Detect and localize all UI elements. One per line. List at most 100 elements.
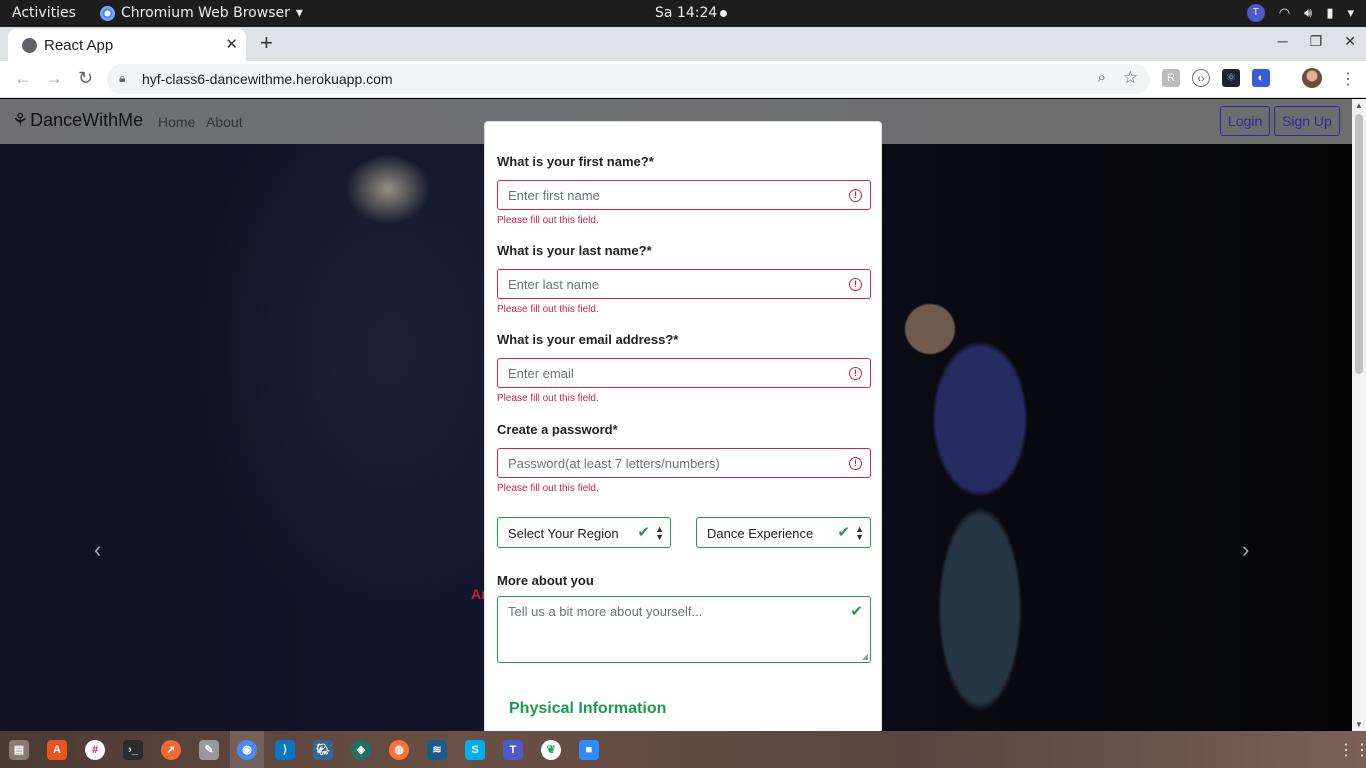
reload-icon[interactable]: ↻ bbox=[78, 68, 93, 89]
close-tab-icon[interactable]: ✕ bbox=[225, 35, 238, 53]
experience-select[interactable]: Dance Experience ✔ ▲ ▼ bbox=[696, 517, 871, 548]
first-name-error: Please fill out this field. bbox=[497, 215, 599, 226]
chevron-down-icon: ▾ bbox=[1347, 5, 1354, 20]
scroll-down-icon[interactable]: ▼ bbox=[1355, 720, 1363, 729]
extension-blue-icon[interactable]: ◐ bbox=[1252, 69, 1270, 87]
browser-tab[interactable]: React App ✕ bbox=[8, 29, 246, 61]
error-icon: ! bbox=[849, 457, 862, 470]
login-button[interactable]: Login bbox=[1220, 106, 1271, 136]
password-label: Create a password* bbox=[497, 422, 618, 437]
terminal-icon[interactable]: ›_ bbox=[123, 740, 143, 760]
email-field: What is your email address?* Enter email… bbox=[497, 332, 871, 404]
battery-icon: ▮ bbox=[1326, 5, 1334, 20]
mysql-workbench-icon[interactable]: ≋ bbox=[427, 740, 447, 760]
back-icon[interactable]: ← bbox=[14, 68, 32, 89]
vscode-icon[interactable]: ⟩ bbox=[275, 740, 295, 760]
email-label: What is your email address?* bbox=[497, 332, 679, 347]
extension-code-icon[interactable]: ‹› bbox=[1192, 69, 1210, 87]
lock-icon[interactable]: 🔒︎ bbox=[119, 71, 125, 86]
address-bar[interactable]: 🔒︎ hyf-class6-dancewithme.herokuapp.com … bbox=[107, 64, 1150, 94]
first-name-field: What is your first name?* Enter first na… bbox=[497, 154, 871, 226]
react-devtools-icon[interactable]: ⚛ bbox=[1222, 69, 1240, 87]
chromium-icon[interactable]: ◉ bbox=[237, 740, 257, 760]
nav-home-link[interactable]: Home bbox=[158, 114, 195, 130]
slack-icon[interactable]: # bbox=[85, 740, 105, 760]
region-select-value: Select Your Region bbox=[508, 526, 619, 541]
brand-name: DanceWithMe bbox=[30, 110, 144, 130]
postgresql-icon[interactable]: 🐘︎ bbox=[313, 740, 333, 760]
last-name-input[interactable]: Enter last name ! bbox=[497, 269, 871, 299]
wifi-icon: ◠ bbox=[1278, 5, 1291, 20]
physical-info-heading: Physical Information bbox=[509, 700, 667, 717]
last-name-placeholder: Enter last name bbox=[508, 277, 600, 292]
experience-select-value: Dance Experience bbox=[707, 526, 814, 541]
software-center-icon[interactable]: A bbox=[47, 740, 67, 760]
postman-icon[interactable]: ➚ bbox=[161, 740, 181, 760]
last-name-field: What is your last name?* Enter last name… bbox=[497, 243, 871, 315]
error-icon: ! bbox=[849, 278, 862, 291]
signup-form-modal: What is your first name?* Enter first na… bbox=[484, 121, 882, 731]
system-top-bar: Activities Chromium Web Browser ▾ Sa 14:… bbox=[0, 0, 1366, 27]
minimize-icon[interactable]: ─ bbox=[1278, 33, 1288, 50]
nav-about-link[interactable]: About bbox=[206, 114, 243, 130]
gitkraken-icon[interactable]: ◈ bbox=[351, 740, 371, 760]
zoom-icon[interactable]: ⌕ bbox=[1098, 69, 1106, 86]
clock-label: Sa 14:24 bbox=[655, 5, 718, 21]
firefox-icon[interactable]: ◍ bbox=[389, 740, 409, 760]
dancers-logo-icon: ⚘ bbox=[12, 110, 29, 130]
first-name-input[interactable]: Enter first name ! bbox=[497, 180, 871, 210]
globe-icon bbox=[22, 38, 37, 53]
forward-icon[interactable]: → bbox=[45, 68, 63, 89]
email-input[interactable]: Enter email ! bbox=[497, 358, 871, 388]
files-icon[interactable]: ▤ bbox=[9, 740, 29, 760]
system-tray[interactable]: T ◠ 🔊︎ ▮ ▾ bbox=[1246, 4, 1354, 22]
scrollbar-thumb[interactable] bbox=[1355, 114, 1363, 374]
browser-toolbar: ← → ↻ 🔒︎ hyf-class6-dancewithme.herokuap… bbox=[0, 61, 1366, 98]
carousel-prev-icon[interactable]: ‹ bbox=[94, 537, 101, 563]
tab-strip: React App ✕ + ─ ❐ ✕ bbox=[0, 27, 1366, 61]
check-icon: ✔ bbox=[637, 524, 650, 541]
about-placeholder: Tell us a bit more about yourself... bbox=[508, 604, 703, 619]
app-menu[interactable]: Chromium Web Browser ▾ bbox=[100, 5, 303, 21]
email-placeholder: Enter email bbox=[508, 366, 574, 381]
region-select[interactable]: Select Your Region ✔ ▲ ▼ bbox=[497, 517, 671, 548]
signup-button[interactable]: Sign Up bbox=[1274, 106, 1340, 136]
password-input[interactable]: Password(at least 7 letters/numbers) ! bbox=[497, 448, 871, 478]
password-field: Create a password* Password(at least 7 l… bbox=[497, 422, 871, 494]
check-icon: ✔ bbox=[837, 524, 850, 541]
url-text[interactable]: hyf-class6-dancewithme.herokuapp.com bbox=[142, 71, 393, 87]
teams-tray-icon[interactable]: T bbox=[1246, 4, 1265, 22]
brand[interactable]: ⚘ DanceWithMe bbox=[12, 110, 143, 131]
close-window-icon[interactable]: ✕ bbox=[1344, 33, 1356, 50]
extension-r-icon[interactable]: R bbox=[1162, 69, 1180, 87]
select-arrows-icon: ▲ ▼ bbox=[855, 524, 864, 542]
chevron-down-icon: ▾ bbox=[295, 5, 303, 21]
app-menu-label: Chromium Web Browser bbox=[121, 5, 290, 21]
error-icon: ! bbox=[849, 189, 862, 202]
scroll-up-icon[interactable]: ▲ bbox=[1355, 101, 1363, 110]
mongodb-compass-icon[interactable]: ❦ bbox=[541, 740, 561, 760]
first-name-label: What is your first name?* bbox=[497, 154, 654, 169]
window-controls: ─ ❐ ✕ bbox=[1278, 33, 1356, 50]
text-editor-icon[interactable]: ✎ bbox=[199, 740, 219, 760]
zoom-app-icon[interactable]: ■ bbox=[579, 740, 599, 760]
clock[interactable]: Sa 14:24 bbox=[655, 5, 728, 21]
restore-icon[interactable]: ❐ bbox=[1310, 33, 1323, 50]
page-scrollbar[interactable]: ▲ ▼ bbox=[1352, 99, 1366, 731]
skype-icon[interactable]: S bbox=[465, 740, 485, 760]
new-tab-button[interactable]: + bbox=[260, 30, 273, 56]
show-applications-icon[interactable]: ⋮⋮⋮ bbox=[1338, 740, 1366, 760]
teams-icon[interactable]: T bbox=[503, 740, 523, 760]
resize-grip-icon[interactable]: ◢ bbox=[862, 652, 868, 661]
password-placeholder: Password(at least 7 letters/numbers) bbox=[508, 456, 720, 471]
dock: ▤ A # ›_ ➚ ✎ ◉ ⟩ 🐘︎ ◈ ◍ ≋ S T ❦ ■ ⋮⋮⋮ bbox=[0, 731, 1366, 768]
profile-avatar[interactable] bbox=[1302, 68, 1322, 88]
hero-background-image bbox=[870, 289, 1090, 731]
last-name-error: Please fill out this field. bbox=[497, 304, 599, 315]
bookmark-star-icon[interactable]: ☆ bbox=[1123, 68, 1138, 88]
menu-kebab-icon[interactable]: ⋮ bbox=[1340, 69, 1356, 89]
password-error: Please fill out this field. bbox=[497, 483, 599, 494]
about-textarea[interactable]: Tell us a bit more about yourself... ✔ ◢ bbox=[497, 596, 871, 663]
activities-button[interactable]: Activities bbox=[12, 5, 76, 21]
carousel-next-icon[interactable]: › bbox=[1242, 537, 1249, 563]
